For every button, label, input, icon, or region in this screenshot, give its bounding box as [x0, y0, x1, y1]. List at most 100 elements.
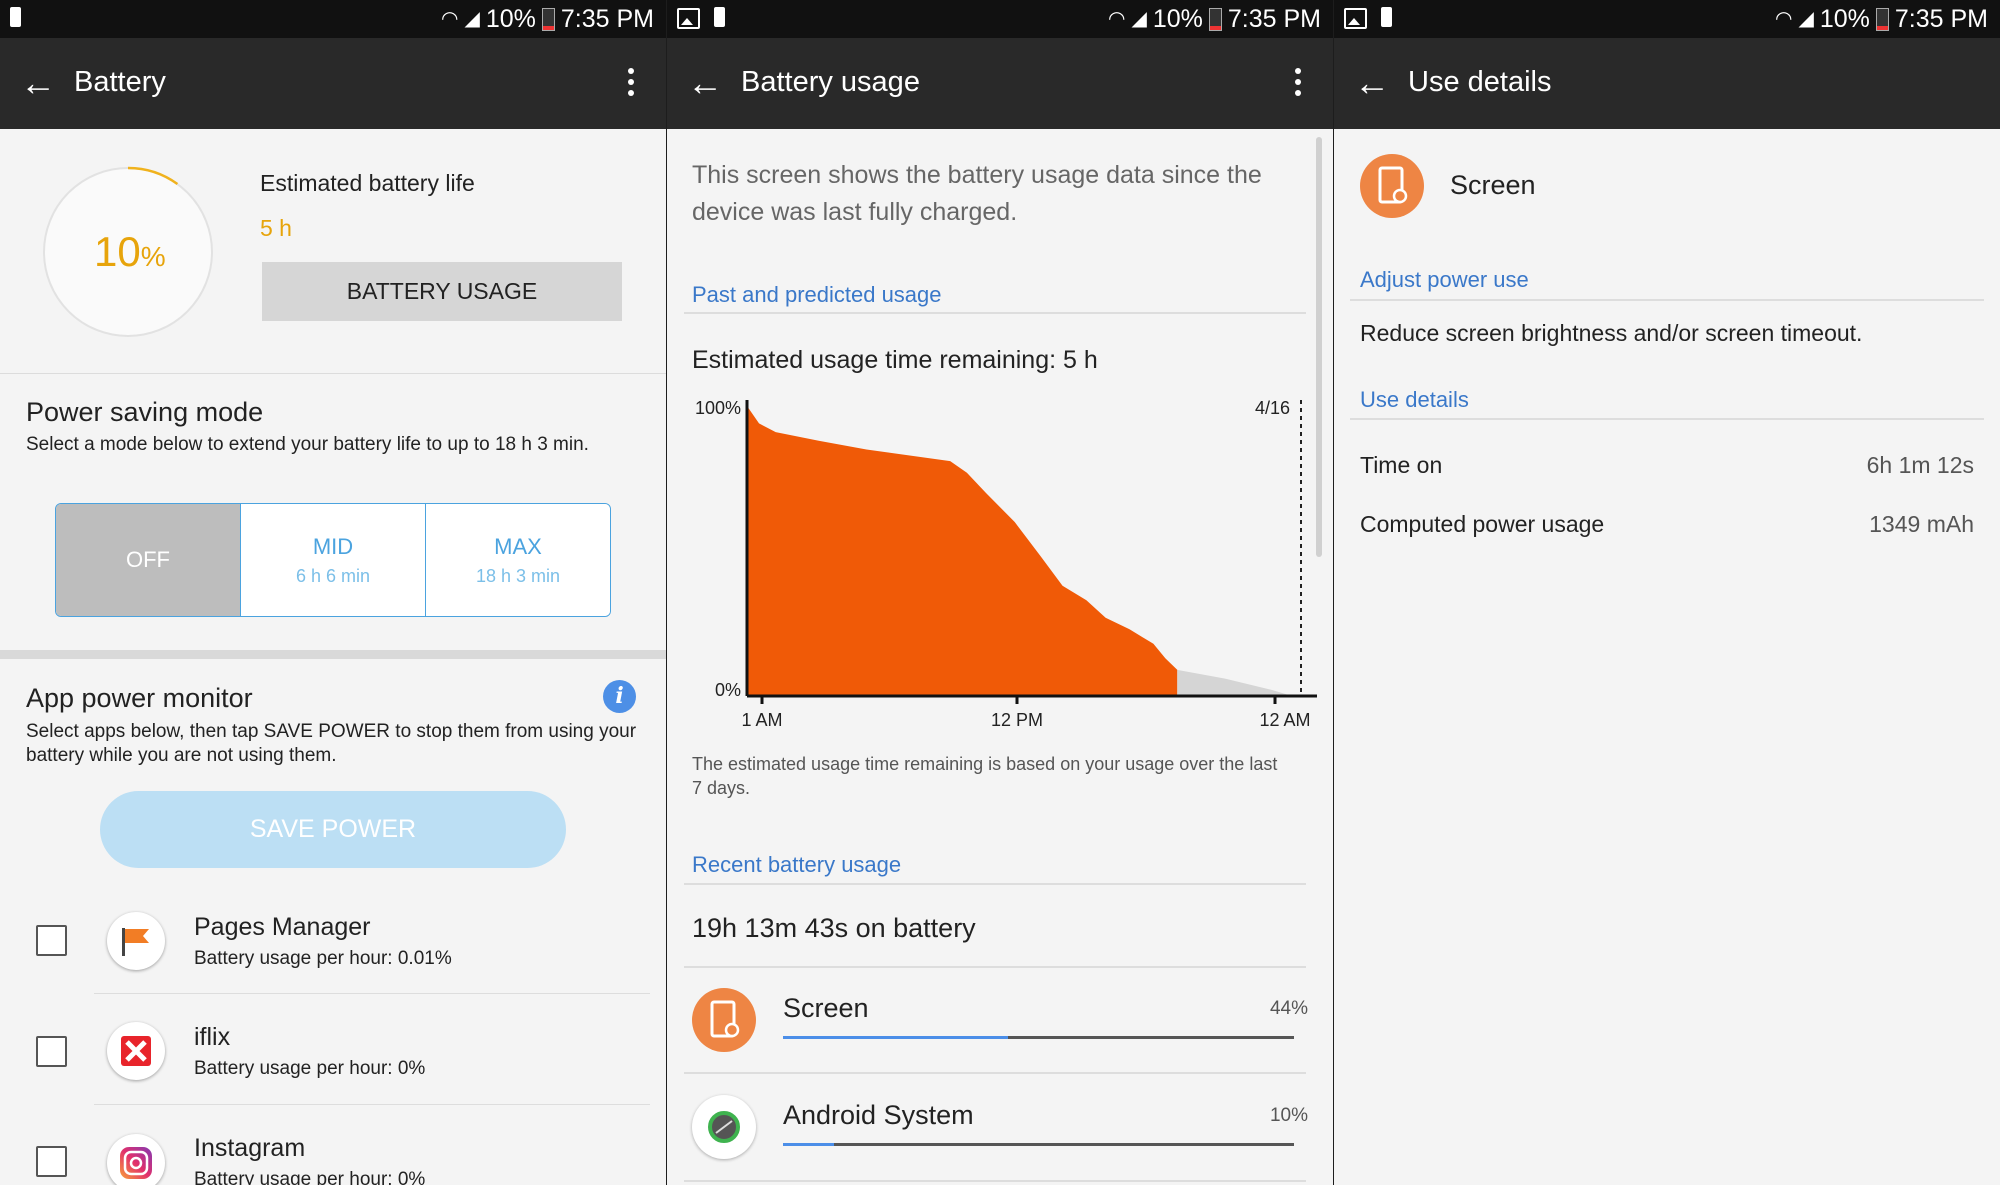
more-options-icon[interactable]	[1295, 68, 1301, 101]
status-bar: ◠ ◢ 10% 7:35 PM	[667, 0, 1333, 38]
mode-duration: 18 h 3 min	[475, 565, 561, 586]
usage-bar-track	[783, 1143, 1294, 1146]
past-usage-header: Past and predicted usage	[692, 282, 942, 307]
back-arrow-icon[interactable]: ←	[20, 63, 56, 103]
app-checkbox[interactable]	[36, 1036, 67, 1067]
use-details-panel: ◠ ◢ 10% 7:35 PM ← Use details Screen Adj…	[1334, 0, 2000, 1185]
app-bar: ← Battery	[0, 38, 666, 129]
time-on-battery: 19h 13m 43s on battery	[692, 913, 976, 943]
mode-label: MID	[312, 533, 354, 559]
usage-bar-fill	[783, 1036, 1008, 1039]
back-arrow-icon[interactable]: ←	[1354, 63, 1390, 103]
estimated-remaining: Estimated usage time remaining: 5 h	[692, 346, 1098, 374]
x-tick-label: 12 PM	[991, 710, 1043, 730]
usage-item-percent: 10%	[1269, 1105, 1308, 1126]
date-marker-label: 4/16	[1255, 398, 1290, 418]
detail-row-label: Time on	[1360, 452, 1443, 478]
mode-duration: 6 h 6 min	[295, 565, 371, 586]
app-checkbox[interactable]	[36, 925, 67, 956]
usage-chart: 100% 0% 4/16 1 AM 12 PM 12 AM	[695, 398, 1317, 730]
clock: 7:35 PM	[1227, 5, 1321, 33]
signal-icon: ◢	[1131, 8, 1147, 30]
list-divider	[684, 1180, 1306, 1182]
app-power-monitor-title: App power monitor	[26, 683, 253, 713]
battery-level: 10%	[94, 228, 166, 276]
battery-panel: ◠ ◢ 10% 7:35 PM ← Battery 10% Estimated …	[0, 0, 666, 1185]
detail-row-value: 1349 mAh	[1869, 511, 1974, 537]
battery-percent: 10%	[485, 5, 536, 33]
clock: 7:35 PM	[1894, 5, 1988, 33]
status-bar: ◠ ◢ 10% 7:35 PM	[1334, 0, 2000, 38]
mode-off[interactable]: OFF	[56, 504, 241, 616]
more-options-icon[interactable]	[628, 68, 634, 101]
page-title: Battery usage	[741, 66, 920, 98]
app-name: Pages Manager	[194, 913, 371, 941]
use-details-header: Use details	[1360, 387, 1469, 412]
power-saving-desc: Select a mode below to extend your batte…	[26, 434, 589, 455]
signal-icon: ◢	[1798, 8, 1814, 30]
section-divider	[684, 312, 1306, 314]
adjust-power-text: Reduce screen brightness and/or screen t…	[1360, 320, 1863, 346]
section-divider	[684, 883, 1306, 885]
battery-status-icon	[1875, 7, 1889, 31]
section-divider	[1350, 418, 1984, 420]
list-divider	[94, 1104, 650, 1105]
list-divider	[684, 966, 1306, 968]
save-power-button[interactable]: SAVE POWER	[100, 791, 566, 868]
section-divider	[1350, 299, 1984, 301]
section-separator	[0, 650, 666, 659]
battery-notification-icon	[10, 7, 21, 27]
wifi-icon: ◠	[1775, 8, 1793, 30]
app-name: iflix	[194, 1023, 231, 1051]
battery-status-icon	[541, 7, 555, 31]
usage-intro: This screen shows the battery usage data…	[692, 161, 1262, 226]
clock: 7:35 PM	[560, 5, 654, 33]
mode-mid[interactable]: MID 6 h 6 min	[241, 504, 426, 616]
x-tick-label: 12 AM	[1259, 710, 1310, 730]
app-checkbox[interactable]	[36, 1146, 67, 1177]
past-usage-area	[747, 406, 1178, 696]
app-bar: ← Battery usage	[667, 38, 1333, 129]
detail-row-value: 6h 1m 12s	[1866, 452, 1974, 478]
mode-max[interactable]: MAX 18 h 3 min	[426, 504, 610, 616]
page-title: Use details	[1408, 66, 1552, 98]
wifi-icon: ◠	[1108, 8, 1126, 30]
detail-row-label: Computed power usage	[1360, 511, 1605, 537]
chart-note: The estimated usage time remaining is ba…	[692, 754, 1278, 798]
battery-usage-button[interactable]: BATTERY USAGE	[262, 262, 622, 321]
battery-usage-panel: ◠ ◢ 10% 7:35 PM ← Battery usage This scr…	[667, 0, 1333, 1185]
app-usage: Battery usage per hour: 0%	[194, 1169, 426, 1185]
signal-icon: ◢	[464, 8, 480, 30]
x-tick-label: 1 AM	[741, 710, 782, 730]
usage-item-percent: 44%	[1269, 998, 1308, 1019]
detail-item-name: Screen	[1450, 170, 1536, 200]
app-name: Instagram	[194, 1134, 306, 1162]
battery-status-icon	[1208, 7, 1222, 31]
wifi-icon: ◠	[441, 8, 459, 30]
predicted-usage-area	[1177, 669, 1292, 696]
android-system-icon	[692, 1095, 756, 1159]
adjust-power-header: Adjust power use	[1360, 267, 1529, 292]
back-arrow-icon[interactable]: ←	[687, 63, 723, 103]
list-divider	[684, 1072, 1306, 1074]
page-title: Battery	[74, 66, 166, 98]
battery-notification-icon	[1381, 7, 1392, 27]
usage-item-name: Screen	[783, 993, 869, 1023]
estimated-life-value: 5 h	[260, 215, 292, 241]
divider	[0, 373, 666, 374]
battery-level-unit: %	[140, 241, 166, 272]
iflix-icon	[107, 1022, 165, 1080]
power-mode-selector: OFF MID 6 h 6 min MAX 18 h 3 min	[55, 503, 611, 617]
status-bar: ◠ ◢ 10% 7:35 PM	[0, 0, 666, 38]
battery-percent: 10%	[1819, 5, 1870, 33]
info-icon[interactable]: i	[603, 680, 636, 713]
image-notification-icon	[1344, 8, 1367, 29]
usage-bar-fill	[783, 1143, 835, 1146]
recent-usage-header: Recent battery usage	[692, 852, 902, 877]
image-notification-icon	[677, 8, 700, 29]
mode-label: MAX	[494, 533, 542, 559]
app-power-monitor-desc: Select apps below, then tap SAVE POWER t…	[26, 721, 637, 766]
estimated-life-label: Estimated battery life	[260, 170, 475, 196]
list-divider	[94, 993, 650, 994]
usage-item-name: Android System	[783, 1100, 974, 1130]
